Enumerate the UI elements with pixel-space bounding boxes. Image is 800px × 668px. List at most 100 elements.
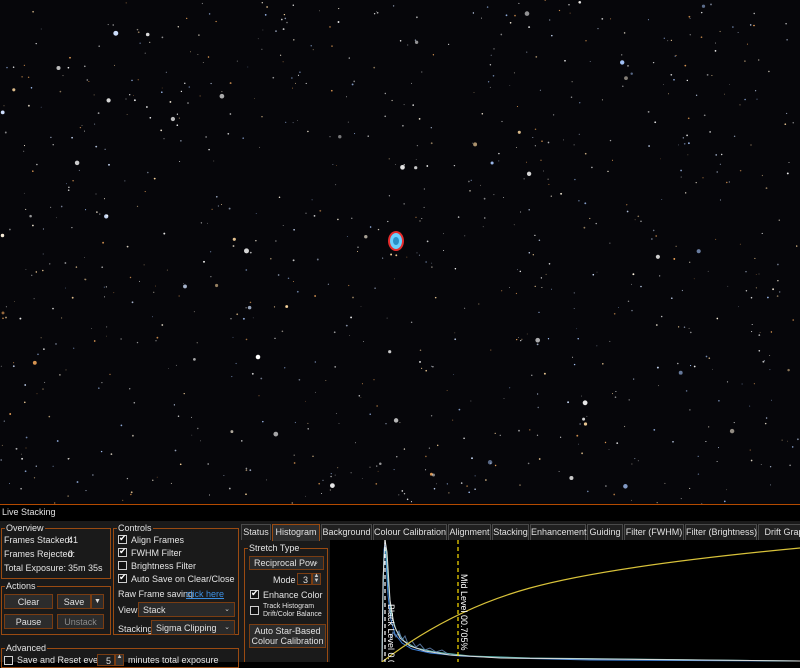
stacking-select[interactable]: Sigma Clipping ⌄ [151,620,235,635]
star [573,308,575,310]
star [292,281,294,283]
star [726,489,728,491]
star [490,462,492,464]
tab-enhancement[interactable]: Enhancement [530,524,587,540]
stretch-type-select[interactable]: Reciprocal Pow ⌄ [249,556,324,570]
star [42,388,44,390]
clear-button[interactable]: Clear [4,594,53,609]
star [291,77,293,79]
tab-histogram[interactable]: Histogram [272,524,320,541]
star [312,455,314,457]
star [604,441,607,444]
star [278,196,281,198]
star [468,491,471,494]
align-frames-checkbox[interactable] [118,533,127,544]
star [758,349,761,352]
auto-star-calibration-button[interactable]: Auto Star-Based Colour Calibration [249,624,326,648]
raw-frame-link[interactable]: click here [186,589,224,599]
tab-background[interactable]: Background [321,524,372,540]
frames-stacked-label: Frames Stacked: [4,535,73,545]
mode-input[interactable]: 3 [297,573,312,585]
star [376,11,379,14]
star [592,273,595,276]
star [177,415,180,418]
minutes-input[interactable]: 5 [97,654,115,666]
star [693,278,695,280]
tab-stacking[interactable]: Stacking [492,524,529,540]
star [647,110,650,113]
save-reset-label: Save and Reset every [17,655,106,665]
star [98,45,100,47]
star [582,400,588,406]
star [460,482,463,484]
star [19,317,22,320]
star [470,400,472,402]
star [255,354,261,360]
tab-status[interactable]: Status [241,524,271,540]
star [582,417,586,421]
star [494,432,496,435]
star [549,19,551,21]
star [785,22,787,25]
star [786,172,789,175]
star [245,467,248,470]
star [320,492,323,495]
star [42,228,44,230]
save-button[interactable]: Save [57,594,91,609]
star [520,339,522,342]
star [23,145,26,147]
star [419,220,421,222]
star [601,18,604,20]
tab-filter-fwhm[interactable]: Filter (FWHM) [624,524,684,540]
stacked-image-view[interactable] [0,0,800,504]
star [605,485,607,487]
star [332,164,334,165]
enhance-color-checkbox[interactable] [250,588,259,599]
star [0,459,3,461]
star [367,135,369,137]
auto-save-checkbox[interactable] [118,572,127,583]
star [348,284,350,287]
star [414,166,418,170]
star [400,164,405,170]
star [578,1,582,4]
star [330,89,333,92]
mode-stepper[interactable]: ▲ ▼ [312,573,321,585]
stretch-curve [381,547,800,663]
track-histogram-checkbox[interactable] [250,606,259,615]
fwhm-filter-checkbox[interactable] [118,546,127,557]
star [230,318,232,320]
histogram-plot[interactable]: Black Level 0.0 Mid Level 00.705% [330,539,800,665]
chevron-down-icon: ▼ [94,598,101,605]
tab-filter-brightness[interactable]: Filter (Brightness) [685,524,757,540]
star [24,470,27,473]
star [139,42,141,44]
tab-guiding[interactable]: Guiding [587,524,623,540]
tab-colour-calibration[interactable]: Colour Calibration [373,524,447,540]
star [186,17,188,20]
star [338,135,342,139]
star [75,266,78,268]
save-dropdown-button[interactable]: ▼ [91,594,104,609]
star [200,440,201,442]
star [541,287,543,288]
star [188,86,191,88]
brightness-filter-checkbox[interactable] [118,561,127,570]
view-select[interactable]: Stack ⌄ [138,602,235,617]
star [597,27,599,30]
tab-alignment[interactable]: Alignment [448,524,491,540]
pause-button[interactable]: Pause [4,614,53,629]
star [68,186,70,188]
tab-drift-grap[interactable]: Drift Grap [758,524,800,540]
star [539,89,541,91]
star [403,493,406,495]
minutes-stepper[interactable]: ▲ [115,654,124,666]
star [178,295,180,297]
star [84,257,86,258]
star [49,263,51,265]
star [130,493,132,496]
unstack-button[interactable]: Unstack [57,614,104,629]
save-reset-checkbox[interactable] [4,656,13,665]
star [305,495,306,497]
star [755,274,757,275]
